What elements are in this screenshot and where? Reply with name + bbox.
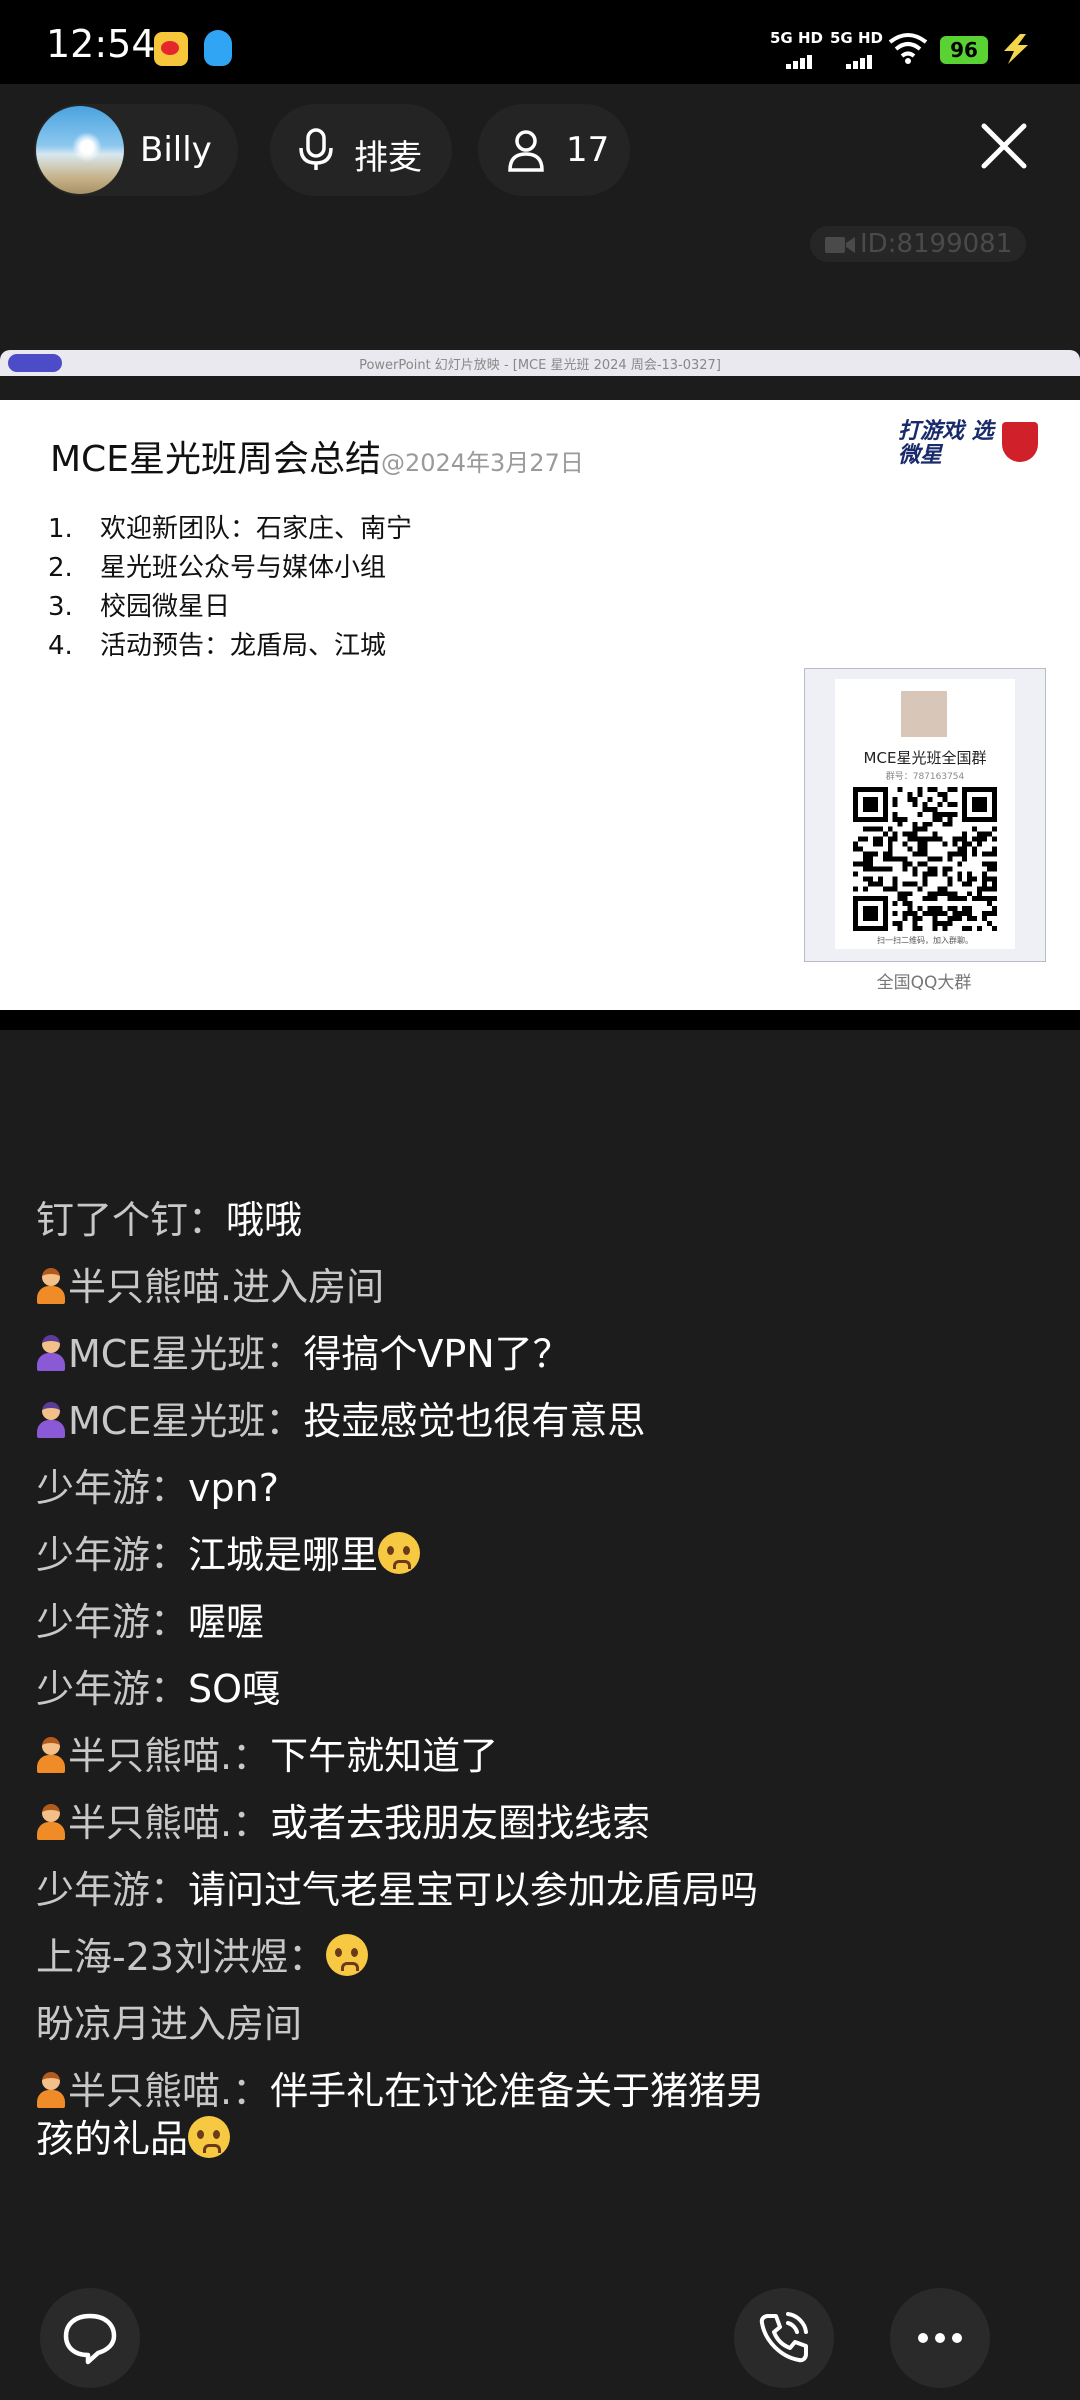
room-id-badge: ID:8199081 [810,226,1027,262]
status-time: 12:54 [46,22,156,66]
user-badge-icon [36,1335,66,1371]
pleading-face-emoji-icon [378,1532,421,1574]
qq-icon [204,30,232,66]
chat-message: 少年游：江城是哪里 [36,1531,766,1579]
agenda-list: 1. 欢迎新团队：石家庄、南宁 2. 星光班公众号与媒体小组 3. 校园微星日 4. 活… [48,510,412,666]
chat-username[interactable]: 少年游： [36,1466,188,1510]
chat-username[interactable]: 少年游： [36,1868,188,1912]
video-icon [825,236,855,253]
system-message: 盼凉月进入房间 [36,2000,766,2048]
call-button[interactable] [734,2288,834,2388]
qr-card: MCE星光班全国群 群号：787163754 扫一扫二维码，加入群聊。 [804,668,1046,962]
qr-code [853,787,997,931]
user-badge-icon [36,1804,66,1840]
user-badge-icon [36,1737,66,1773]
agenda-item: 2. 星光班公众号与媒体小组 [48,553,387,583]
presentation-title: PowerPoint 幻灯片放映 - [MCE 星光班 2024 周会-13-0… [359,358,721,373]
chat-text: 或者去我朋友圈找线索 [270,1801,651,1845]
chat-username[interactable]: MCE星光班： [68,1332,303,1376]
chat-username[interactable]: 半只熊喵.： [68,2069,270,2113]
chat-text: 投壶感觉也很有意思 [303,1399,646,1443]
chat-message: MCE星光班：投壶感觉也很有意思 [36,1397,766,1445]
chat-bubble-icon [63,2313,117,2365]
brand-slogan: 打游戏 选微星 [898,419,994,468]
more-button[interactable] [890,2288,990,2388]
chat-message: 少年游：喔喔 [36,1598,766,1646]
host-name: Billy [140,130,212,170]
chat-text: 哦哦 [226,1198,303,1242]
person-icon [508,130,544,172]
chat-username[interactable]: 半只熊喵.： [68,1801,270,1845]
slide-title-text: MCE星光班周会总结 [50,439,381,480]
chat-text: 得搞个VPN了？ [303,1332,571,1376]
wifi-icon [888,33,928,64]
chat-text: 江城是哪里 [188,1533,379,1577]
qr-group-number: 群号：787163754 [885,772,965,782]
chat-username[interactable]: 半只熊喵.： [68,1734,270,1778]
slide-date: @2024年3月27日 [380,449,584,477]
chat-feed: 钉了个钉：哦哦 半只熊喵.进入房间 MCE星光班：得搞个VPN了？ MCE星光班：投壶… [36,1196,766,2182]
comment-button[interactable] [40,2288,140,2388]
chat-message: 半只熊喵.：或者去我朋友圈找线索 [36,1799,766,1847]
chat-text: 请问过气老星宝可以参加龙盾局吗 [188,1868,759,1912]
host-profile[interactable]: Billy [34,104,238,196]
slide-title: MCE星光班周会总结@2024年3月27日 [50,430,584,482]
battery-icon: 96 [940,36,988,64]
agenda-item: 4. 活动预告：龙盾局、江城 [48,631,387,661]
agenda-item: 3. 校园微星日 [48,592,231,622]
chat-message: 上海-23刘洪煜： [36,1933,766,1981]
mic-icon [299,128,333,170]
system-text: 盼凉月进入房间 [36,2002,303,2046]
chat-text: vpn? [188,1466,279,1510]
presentation-titlebar: PowerPoint 幻灯片放映 - [MCE 星光班 2024 周会-13-0… [0,350,1080,376]
chat-message: 钉了个钉：哦哦 [36,1196,766,1244]
mic-queue-label: 排麦 [354,138,422,178]
network-label-1: 5G HD [770,29,823,47]
thinking-face-emoji-icon [188,2116,231,2158]
chat-message: 半只熊喵.：伴手礼在讨论准备关于猪猪男孩的礼品 [36,2067,766,2163]
chat-username[interactable]: 少年游： [36,1533,188,1577]
avatar[interactable] [36,106,124,194]
user-badge-icon [36,1268,66,1304]
user-badge-icon [36,2072,66,2108]
qr-group-name: MCE星光班全国群 [863,749,987,767]
chat-text: 喔喔 [188,1600,265,1644]
room-id-text: ID:8199081 [860,229,1013,259]
system-text: 半只熊喵.进入房间 [68,1265,385,1309]
chat-message: 半只熊喵.：下午就知道了 [36,1732,766,1780]
network-label-2: 5G HD [830,29,883,47]
chat-text: SO嘎 [188,1667,281,1711]
chat-text: 下午就知道了 [270,1734,499,1778]
signal-icon [846,50,874,69]
brand-logo [1002,422,1038,462]
chat-username[interactable]: 少年游： [36,1600,188,1644]
chat-message: MCE星光班：得搞个VPN了？ [36,1330,766,1378]
user-badge-icon [36,1402,66,1438]
chat-message: 少年游：请问过气老星宝可以参加龙盾局吗 [36,1866,766,1914]
phone-icon [759,2312,808,2363]
qr-caption: 全国QQ大群 [876,973,972,993]
qr-hint: 扫一扫二维码，加入群聊。 [877,936,973,945]
mic-queue-button[interactable]: 排麦 [270,104,452,196]
audience-button[interactable]: 17 [478,104,630,196]
close-icon[interactable] [974,116,1034,176]
charging-icon [1004,34,1028,64]
weibo-icon [154,32,188,66]
group-avatar [901,691,947,737]
chat-username[interactable]: 上海-23刘洪煜： [36,1935,326,1979]
chat-message: 少年游：SO嘎 [36,1665,766,1713]
chat-username[interactable]: 钉了个钉： [36,1198,226,1242]
thinking-face-emoji-icon [326,1934,369,1976]
slide-divider [0,1010,1080,1030]
shared-slide: MCE星光班周会总结@2024年3月27日 打游戏 选微星 1. 欢迎新团队：石家… [0,400,1080,1010]
status-bar: 12:54 5G HD 5G HD 96 [0,0,1080,84]
signal-icon [786,50,814,69]
agenda-item: 1. 欢迎新团队：石家庄、南宁 [48,514,413,544]
chat-username[interactable]: MCE星光班： [68,1399,303,1443]
chat-username[interactable]: 少年游： [36,1667,188,1711]
audience-count: 17 [566,130,610,170]
chat-message: 少年游：vpn? [36,1464,766,1512]
system-message: 半只熊喵.进入房间 [36,1263,766,1311]
more-icon [918,2333,962,2343]
